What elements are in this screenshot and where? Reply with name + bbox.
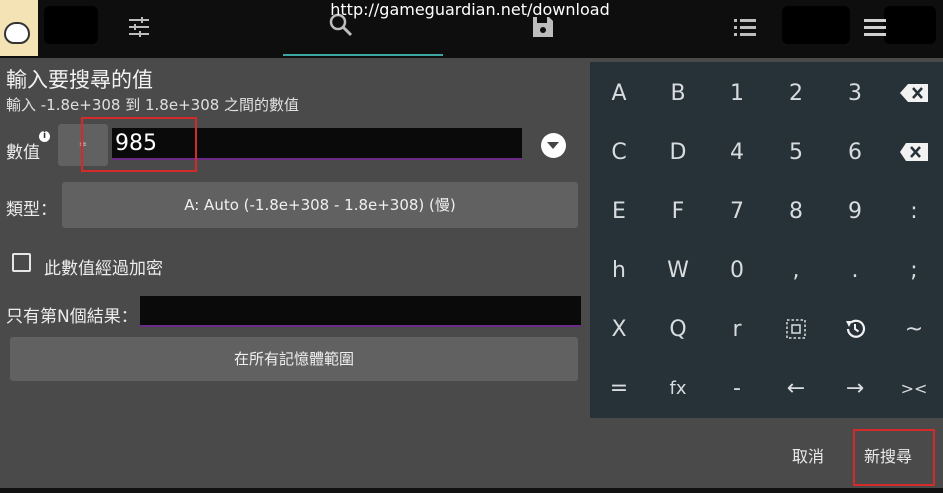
key-clear[interactable] [885,123,943,182]
key-minus[interactable]: - [708,359,766,418]
key-r[interactable]: r [708,300,766,359]
key-semicolon[interactable]: ; [885,241,943,300]
key-comma[interactable]: , [767,241,825,300]
key-2[interactable]: 2 [767,64,825,123]
nth-result-input[interactable] [140,296,581,327]
bottom-edge [0,488,943,493]
select-icon [786,319,806,339]
key-6[interactable]: 6 [826,123,884,182]
type-label: 類型： [6,200,57,220]
key-tilde[interactable]: ~ [885,300,943,359]
key-swap[interactable]: >< [885,359,943,418]
highlight-box [81,117,197,172]
encrypted-checkbox[interactable] [12,253,31,272]
cancel-button[interactable]: 取消 [792,443,824,467]
key-5[interactable]: 5 [767,123,825,182]
key-C[interactable]: C [590,123,648,182]
clear-icon [900,143,928,161]
key-W[interactable]: W [649,241,707,300]
info-icon[interactable]: i [39,131,50,142]
app-thumbnail[interactable] [0,0,38,56]
type-select-button[interactable]: A: Auto (-1.8e+308 - 1.8e+308) (慢) [62,182,578,228]
cat-icon [4,22,30,44]
menu-icon[interactable] [862,14,888,40]
custom-keypad: A B 1 2 3 C D 4 5 6 E F 7 8 9 : h W 0 , … [590,62,943,418]
key-equals[interactable]: = [590,359,648,418]
dropdown-arrow-icon[interactable] [541,133,566,158]
dialog-subtitle: 輸入 -1.8e+308 到 1.8e+308 之間的數值 [6,96,300,114]
key-history[interactable] [826,300,884,359]
encrypted-label: 此數值經過加密 [44,259,163,279]
key-fx[interactable]: fx [649,359,707,418]
key-1[interactable]: 1 [708,64,766,123]
key-period[interactable]: . [826,241,884,300]
dialog-title: 輸入要搜尋的值 [6,68,153,92]
key-8[interactable]: 8 [767,182,825,241]
download-url: http://gameguardian.net/download [330,0,610,19]
key-E[interactable]: E [590,182,648,241]
history-icon [846,319,866,338]
redaction-block [44,6,98,44]
key-select[interactable] [767,300,825,359]
value-label: 數值 [6,143,40,163]
key-3[interactable]: 3 [826,64,884,123]
key-colon[interactable]: : [885,182,943,241]
key-h[interactable]: h [590,241,648,300]
top-bar: http://gameguardian.net/download [0,0,943,58]
key-D[interactable]: D [649,123,707,182]
key-A[interactable]: A [590,64,648,123]
sliders-icon[interactable] [126,14,152,40]
key-right-arrow[interactable]: → [826,359,884,418]
key-left-arrow[interactable]: ← [767,359,825,418]
key-F[interactable]: F [649,182,707,241]
backspace-icon [900,84,928,102]
key-9[interactable]: 9 [826,182,884,241]
list-icon[interactable] [732,14,758,40]
redaction-block [782,6,850,44]
key-B[interactable]: B [649,64,707,123]
key-X[interactable]: X [590,300,648,359]
memory-range-button[interactable]: 在所有記憶體範圍 [10,337,578,381]
key-4[interactable]: 4 [708,123,766,182]
highlight-box [853,429,935,486]
key-0[interactable]: 0 [708,241,766,300]
key-backspace[interactable] [885,64,943,123]
nth-result-label: 只有第N個結果： [6,307,138,327]
active-tab-indicator [283,54,443,56]
key-7[interactable]: 7 [708,182,766,241]
redaction-block [884,6,936,44]
key-Q[interactable]: Q [649,300,707,359]
